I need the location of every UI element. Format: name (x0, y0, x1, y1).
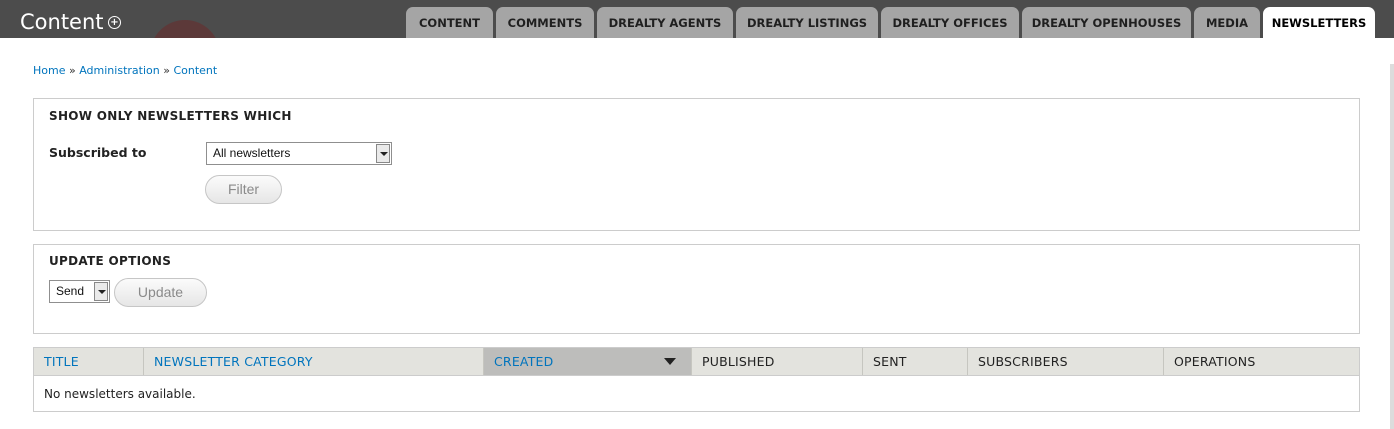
column-title[interactable]: TITLE (34, 348, 144, 375)
subscribed-to-label: Subscribed to (49, 145, 147, 160)
breadcrumb-content[interactable]: Content (173, 64, 217, 77)
empty-table-message: No newsletters available. (44, 387, 196, 401)
tab-drealty-agents[interactable]: DREALTY AGENTS (597, 7, 733, 38)
column-sent: SENT (863, 348, 968, 375)
subscribed-to-select[interactable]: All newsletters (206, 142, 392, 165)
update-options-fieldset: UPDATE OPTIONS Send Update (33, 244, 1360, 334)
breadcrumb-home[interactable]: Home (33, 64, 65, 77)
site-logo-background (150, 20, 220, 38)
table-header: TITLE NEWSLETTER CATEGORY CREATED PUBLIS… (34, 348, 1359, 376)
subscribed-to-value: All newsletters (213, 146, 291, 160)
breadcrumb-separator: » (163, 64, 170, 77)
admin-header-bar: Content + CONTENT COMMENTS DREALTY AGENT… (0, 0, 1394, 38)
breadcrumb-administration[interactable]: Administration (79, 64, 160, 77)
column-created[interactable]: CREATED (484, 348, 692, 375)
tab-media[interactable]: MEDIA (1194, 7, 1260, 38)
tab-comments[interactable]: COMMENTS (496, 7, 594, 38)
breadcrumb: Home » Administration » Content (33, 64, 217, 77)
update-action-value: Send (56, 284, 85, 298)
breadcrumb-separator: » (68, 64, 76, 77)
tab-content[interactable]: CONTENT (406, 7, 493, 38)
page-title: Content (20, 10, 104, 34)
chevron-down-icon (94, 282, 108, 301)
filter-button[interactable]: Filter (205, 175, 282, 204)
newsletters-table: TITLE NEWSLETTER CATEGORY CREATED PUBLIS… (33, 347, 1360, 412)
filter-legend: SHOW ONLY NEWSLETTERS WHICH (49, 109, 292, 123)
scrollbar[interactable] (1390, 64, 1394, 429)
update-action-select[interactable]: Send (49, 280, 110, 303)
tab-drealty-listings[interactable]: DREALTY LISTINGS (736, 7, 878, 38)
plus-circle-icon[interactable]: + (108, 16, 121, 29)
chevron-down-icon (376, 144, 390, 163)
column-operations: OPERATIONS (1174, 354, 1256, 369)
tab-newsletters[interactable]: NEWSLETTERS (1263, 7, 1375, 38)
tab-drealty-offices[interactable]: DREALTY OFFICES (881, 7, 1019, 38)
column-newsletter-category[interactable]: NEWSLETTER CATEGORY (144, 348, 484, 375)
update-button[interactable]: Update (114, 278, 207, 307)
filter-fieldset: SHOW ONLY NEWSLETTERS WHICH Subscribed t… (33, 98, 1360, 231)
column-published: PUBLISHED (692, 348, 863, 375)
column-subscribers: SUBSCRIBERS (968, 348, 1164, 375)
update-options-legend: UPDATE OPTIONS (49, 254, 172, 268)
sort-descending-icon (664, 358, 676, 365)
column-created-label: CREATED (494, 354, 554, 369)
tab-drealty-openhouses[interactable]: DREALTY OPENHOUSES (1022, 7, 1191, 38)
